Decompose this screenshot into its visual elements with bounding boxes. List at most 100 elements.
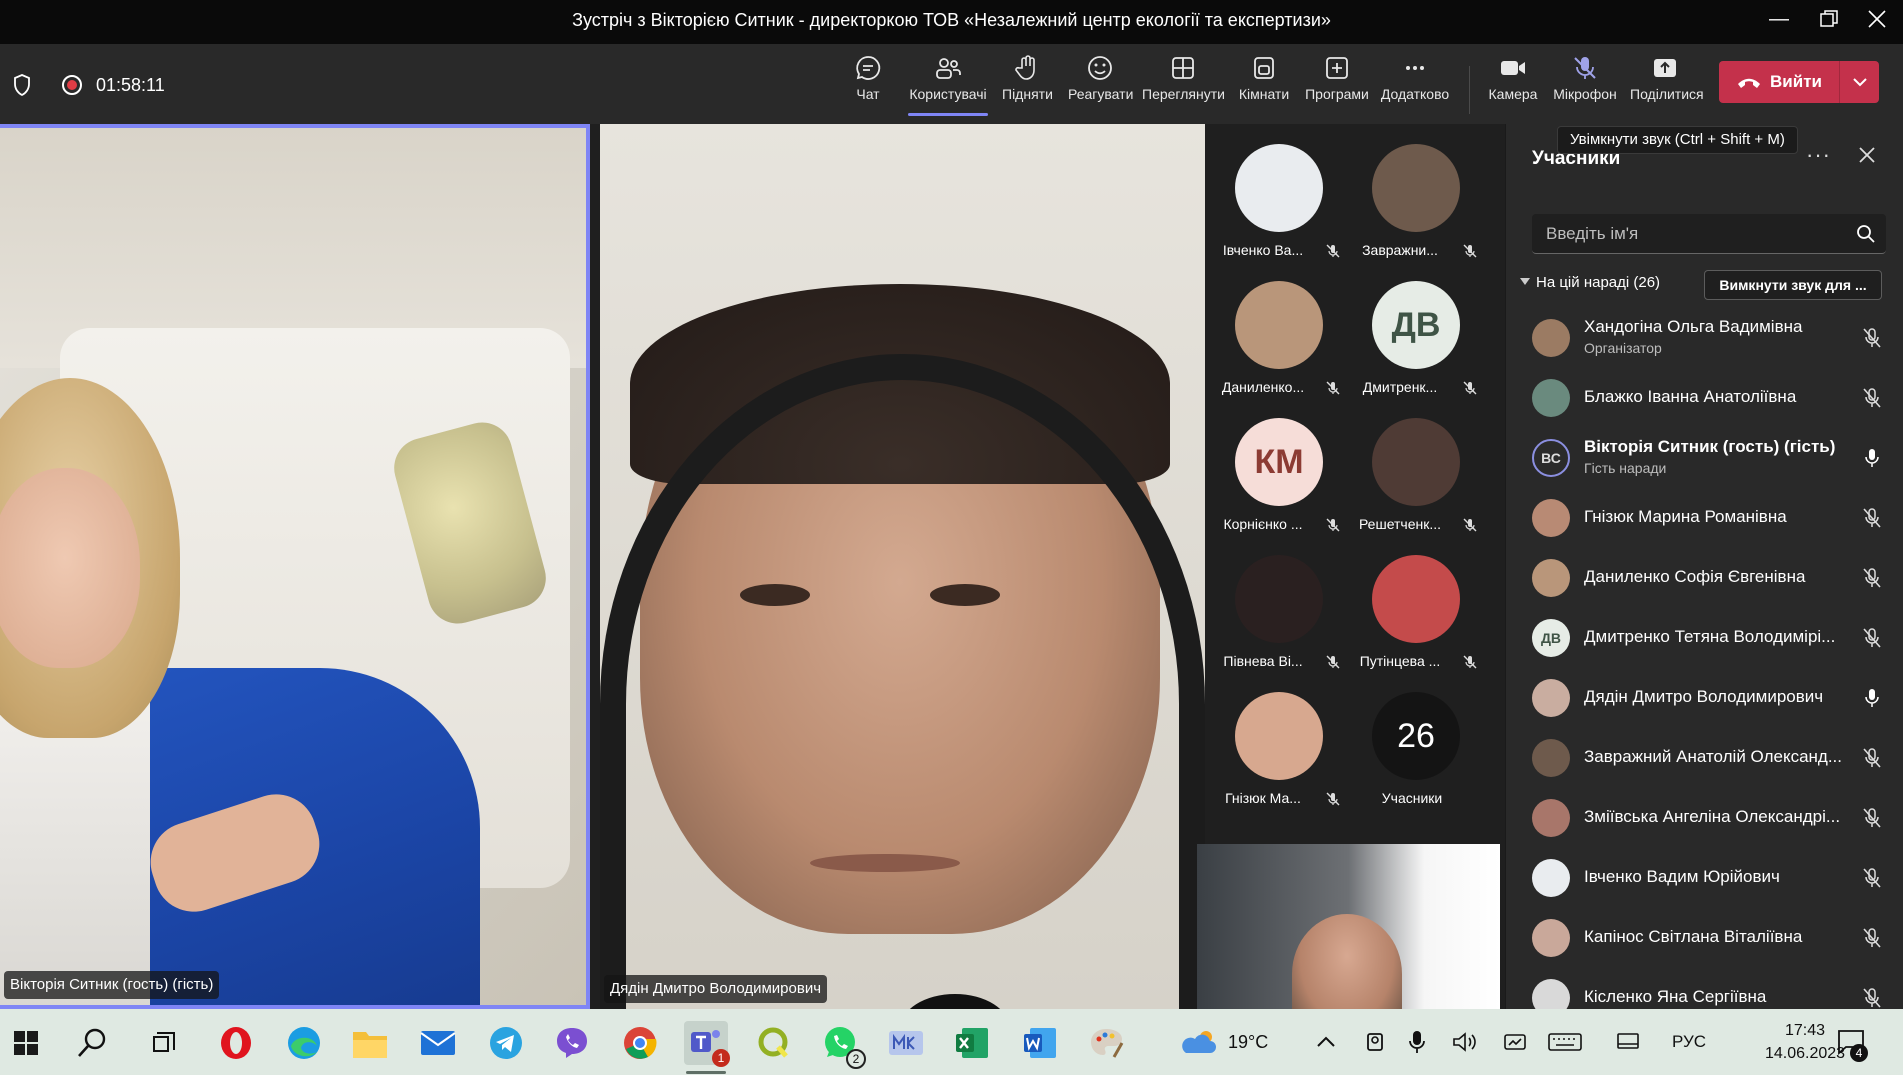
participant-row[interactable]: Дядін Дмитро Володимирович: [1506, 667, 1903, 727]
mic-off-icon: [1463, 244, 1477, 258]
participant-row[interactable]: Капінос Світлана Віталіївна: [1506, 907, 1903, 967]
mic-off-icon[interactable]: [1862, 507, 1882, 529]
participant-row[interactable]: Даниленко Софія Євгенівна: [1506, 547, 1903, 607]
gallery-tile[interactable]: Даниленко...: [1205, 261, 1345, 398]
gallery-tile[interactable]: КМ Корнієнко ...: [1205, 398, 1345, 535]
panel-more-button[interactable]: ···: [1806, 142, 1831, 168]
chat-button[interactable]: Чат: [848, 54, 888, 116]
collapse-caret-icon[interactable]: [1520, 278, 1530, 285]
mic-off-icon[interactable]: [1862, 867, 1882, 889]
mic-on-icon[interactable]: [1862, 447, 1882, 469]
weather-widget[interactable]: 19°C: [1178, 1009, 1268, 1075]
gallery-tile[interactable]: Півнева Ві...: [1205, 535, 1345, 672]
participant-row[interactable]: Зміївська Ангеліна Олександрі...: [1506, 787, 1903, 847]
more-button[interactable]: Додатково: [1380, 54, 1450, 116]
network-tray-icon[interactable]: [1502, 1009, 1528, 1075]
excel-app[interactable]: [950, 1021, 994, 1065]
opera-app[interactable]: [214, 1021, 258, 1065]
close-panel-button[interactable]: [1856, 144, 1878, 166]
mkr-app[interactable]: [884, 1021, 928, 1065]
running-indicator: [686, 1071, 726, 1074]
minimize-button[interactable]: —: [1754, 0, 1804, 40]
mic-tray-icon[interactable]: [1408, 1009, 1426, 1075]
share-icon: [1654, 59, 1676, 77]
video-tile-participant[interactable]: Дядін Дмитро Володимирович: [600, 124, 1205, 1009]
mkr-icon: [889, 1031, 923, 1055]
maximize-button[interactable]: [1804, 0, 1854, 40]
mic-off-icon[interactable]: [1862, 567, 1882, 589]
task-view-button[interactable]: [142, 1021, 186, 1065]
windows-taskbar: 1 2 19°C РУС 17:43 14.06.2023 4: [0, 1009, 1903, 1075]
mic-off-icon[interactable]: [1862, 747, 1882, 769]
view-button[interactable]: Переглянути: [1142, 54, 1225, 116]
participant-row[interactable]: Блажко Іванна Анатоліївна: [1506, 367, 1903, 427]
notifications-button[interactable]: 4: [1836, 1009, 1868, 1075]
whatsapp-app[interactable]: 2: [818, 1021, 866, 1069]
people-button[interactable]: Користувачі: [908, 54, 988, 116]
participant-row[interactable]: Хандогіна Ольга Вадимівна Організатор: [1506, 307, 1903, 367]
qgis-app[interactable]: [752, 1021, 796, 1065]
chat-icon: [856, 56, 881, 80]
gallery-tile[interactable]: Гнізюк Ма...: [1205, 672, 1345, 809]
self-view-video[interactable]: [1197, 844, 1500, 1009]
video-tile-speaker[interactable]: Вікторія Ситник (гость) (гість): [0, 124, 590, 1009]
teams-app[interactable]: 1: [684, 1021, 730, 1074]
participant-row[interactable]: Гнізюк Марина Романівна: [1506, 487, 1903, 547]
gallery-tile[interactable]: Івченко Ва...: [1205, 124, 1345, 261]
telegram-app[interactable]: [484, 1021, 528, 1065]
leave-button[interactable]: Вийти: [1719, 61, 1879, 103]
video-name-label: Дядін Дмитро Володимирович: [604, 975, 828, 1003]
gallery-tile[interactable]: Решетченк...: [1342, 398, 1482, 535]
participant-row[interactable]: ДВ Дмитренко Тетяна Володимірі...: [1506, 607, 1903, 667]
mute-all-button[interactable]: Вимкнути звук для ...: [1704, 270, 1882, 300]
display-tray-icon[interactable]: [1616, 1009, 1640, 1075]
microphone-button[interactable]: Мікрофон: [1552, 54, 1618, 116]
avatar: [1372, 555, 1460, 643]
file-explorer-app[interactable]: [348, 1021, 392, 1065]
show-hidden-icons-button[interactable]: [1316, 1009, 1336, 1075]
microphone-icon: [1409, 1031, 1425, 1053]
mic-off-icon[interactable]: [1862, 807, 1882, 829]
chrome-app[interactable]: [618, 1021, 662, 1065]
camera-button[interactable]: Камера: [1488, 54, 1538, 116]
participant-row[interactable]: Завражний Анатолій Олександ...: [1506, 727, 1903, 787]
mic-off-icon[interactable]: [1862, 387, 1882, 409]
share-button[interactable]: Поділитися: [1630, 54, 1704, 116]
rooms-button[interactable]: Кімнати: [1238, 54, 1290, 116]
mic-off-icon[interactable]: [1862, 987, 1882, 1009]
input-language[interactable]: РУС: [1672, 1009, 1706, 1075]
mail-app[interactable]: [416, 1021, 460, 1065]
camera-tray-icon[interactable]: [1364, 1009, 1386, 1075]
search-icon[interactable]: [1856, 224, 1876, 244]
mic-off-icon[interactable]: [1862, 927, 1882, 949]
raise-hand-button[interactable]: Підняти: [1002, 54, 1053, 116]
gallery-tile[interactable]: Завражни...: [1342, 124, 1482, 261]
start-button[interactable]: [4, 1021, 48, 1065]
search-taskbar-button[interactable]: [70, 1021, 114, 1065]
viber-app[interactable]: [550, 1021, 594, 1065]
participant-search[interactable]: [1532, 214, 1886, 254]
edge-app[interactable]: [282, 1021, 326, 1065]
gallery-tile[interactable]: ДВ Дмитренк...: [1342, 261, 1482, 398]
gallery-tile[interactable]: Путінцева ...: [1342, 535, 1482, 672]
leave-options-button[interactable]: [1840, 77, 1879, 87]
paint-app[interactable]: [1084, 1021, 1128, 1065]
word-app[interactable]: [1018, 1021, 1062, 1065]
apps-button[interactable]: Програми: [1304, 54, 1370, 116]
keyboard-tray-icon[interactable]: [1548, 1009, 1582, 1075]
participants-count-tile[interactable]: 26 Учасники: [1342, 672, 1482, 809]
search-input[interactable]: [1532, 214, 1842, 254]
taskbar-clock[interactable]: 17:43 14.06.2023: [1765, 1019, 1845, 1065]
avatar: КМ: [1235, 418, 1323, 506]
volume-tray-icon[interactable]: [1452, 1009, 1478, 1075]
close-window-button[interactable]: [1852, 0, 1902, 40]
participant-row[interactable]: ВС Вікторія Ситник (гость) (гість) Гість н…: [1506, 427, 1903, 487]
react-button[interactable]: Реагувати: [1068, 54, 1133, 116]
mic-on-icon[interactable]: [1862, 687, 1882, 709]
mic-off-icon[interactable]: [1862, 627, 1882, 649]
window-titlebar: Зустріч з Вікторією Ситник - директоркою…: [0, 0, 1903, 44]
in-meeting-section[interactable]: На цій нараді (26) Вимкнути звук для ...: [1514, 270, 1894, 300]
mic-off-icon[interactable]: [1862, 327, 1882, 349]
rooms-icon: [1254, 57, 1274, 79]
participant-row[interactable]: Івченко Вадим Юрійович: [1506, 847, 1903, 907]
